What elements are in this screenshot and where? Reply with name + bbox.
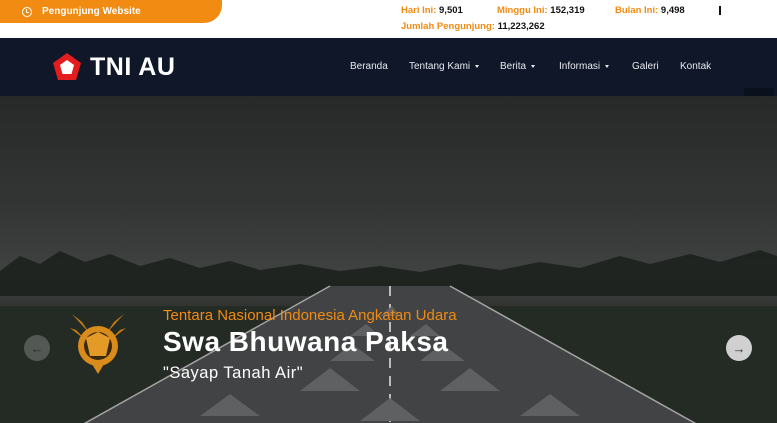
top-info-bar: Pengunjung Website Hari Ini: 9,501 Mingg…: [0, 0, 777, 38]
main-navbar: TNI AU Beranda Tentang Kami Berita Infor…: [0, 38, 777, 96]
chevron-down-icon: [531, 65, 536, 68]
hero-title: Swa Bhuwana Paksa: [163, 326, 449, 357]
tni-au-emblem-icon: [70, 314, 126, 374]
menu-contact-label: Kontak: [680, 61, 712, 72]
chevron-down-icon: [605, 65, 610, 68]
stat-week: Minggu Ini: 152,319: [497, 5, 585, 16]
stat-total: Jumlah Pengunjung: 11,223,262: [401, 21, 545, 32]
stat-week-value: 152,319: [550, 5, 585, 16]
slider-next-button[interactable]: →: [726, 335, 752, 361]
pentagon-logo-icon: [53, 53, 81, 80]
visitor-counter-tab: Pengunjung Website: [0, 0, 222, 23]
arrow-left-icon: ←: [30, 340, 44, 356]
menu-news-label: Berita: [500, 61, 527, 72]
arrow-right-icon: →: [732, 340, 746, 356]
menu-home[interactable]: Beranda: [350, 61, 388, 72]
brand-name: TNI AU: [90, 52, 176, 81]
stat-divider: [719, 6, 721, 15]
hero-subtitle: Tentara Nasional Indonesia Angkatan Udar…: [163, 307, 457, 324]
menu-about[interactable]: Tentang Kami: [409, 61, 480, 72]
clock-icon: [22, 6, 32, 17]
hero-motto: "Sayap Tanah Air": [163, 364, 304, 382]
menu-about-label: Tentang Kami: [409, 61, 471, 72]
stat-month-label: Bulan Ini:: [615, 5, 659, 16]
stat-month: Bulan Ini: 9,498: [615, 5, 685, 16]
menu-news[interactable]: Berita: [500, 61, 536, 72]
stat-week-label: Minggu Ini:: [497, 5, 548, 16]
menu-gallery-label: Galeri: [632, 61, 659, 72]
slider-prev-button[interactable]: ←: [24, 335, 50, 361]
stat-today-label: Hari Ini:: [401, 5, 437, 16]
menu-gallery[interactable]: Galeri: [632, 61, 659, 72]
menu-info-label: Informasi: [559, 61, 601, 72]
stat-today-value: 9,501: [439, 5, 463, 16]
chevron-down-icon: [475, 65, 480, 68]
stat-today: Hari Ini: 9,501: [401, 5, 463, 16]
menu-home-label: Beranda: [350, 61, 388, 72]
stat-month-value: 9,498: [660, 5, 685, 16]
menu-info[interactable]: Informasi: [559, 61, 610, 72]
menu-contact[interactable]: Kontak: [680, 61, 711, 72]
stat-total-label: Jumlah Pengunjung:: [401, 21, 495, 32]
site-logo[interactable]: TNI AU: [52, 52, 175, 82]
visitor-label: Pengunjung Website: [42, 6, 141, 17]
stat-total-value: 11,223,262: [497, 21, 545, 32]
